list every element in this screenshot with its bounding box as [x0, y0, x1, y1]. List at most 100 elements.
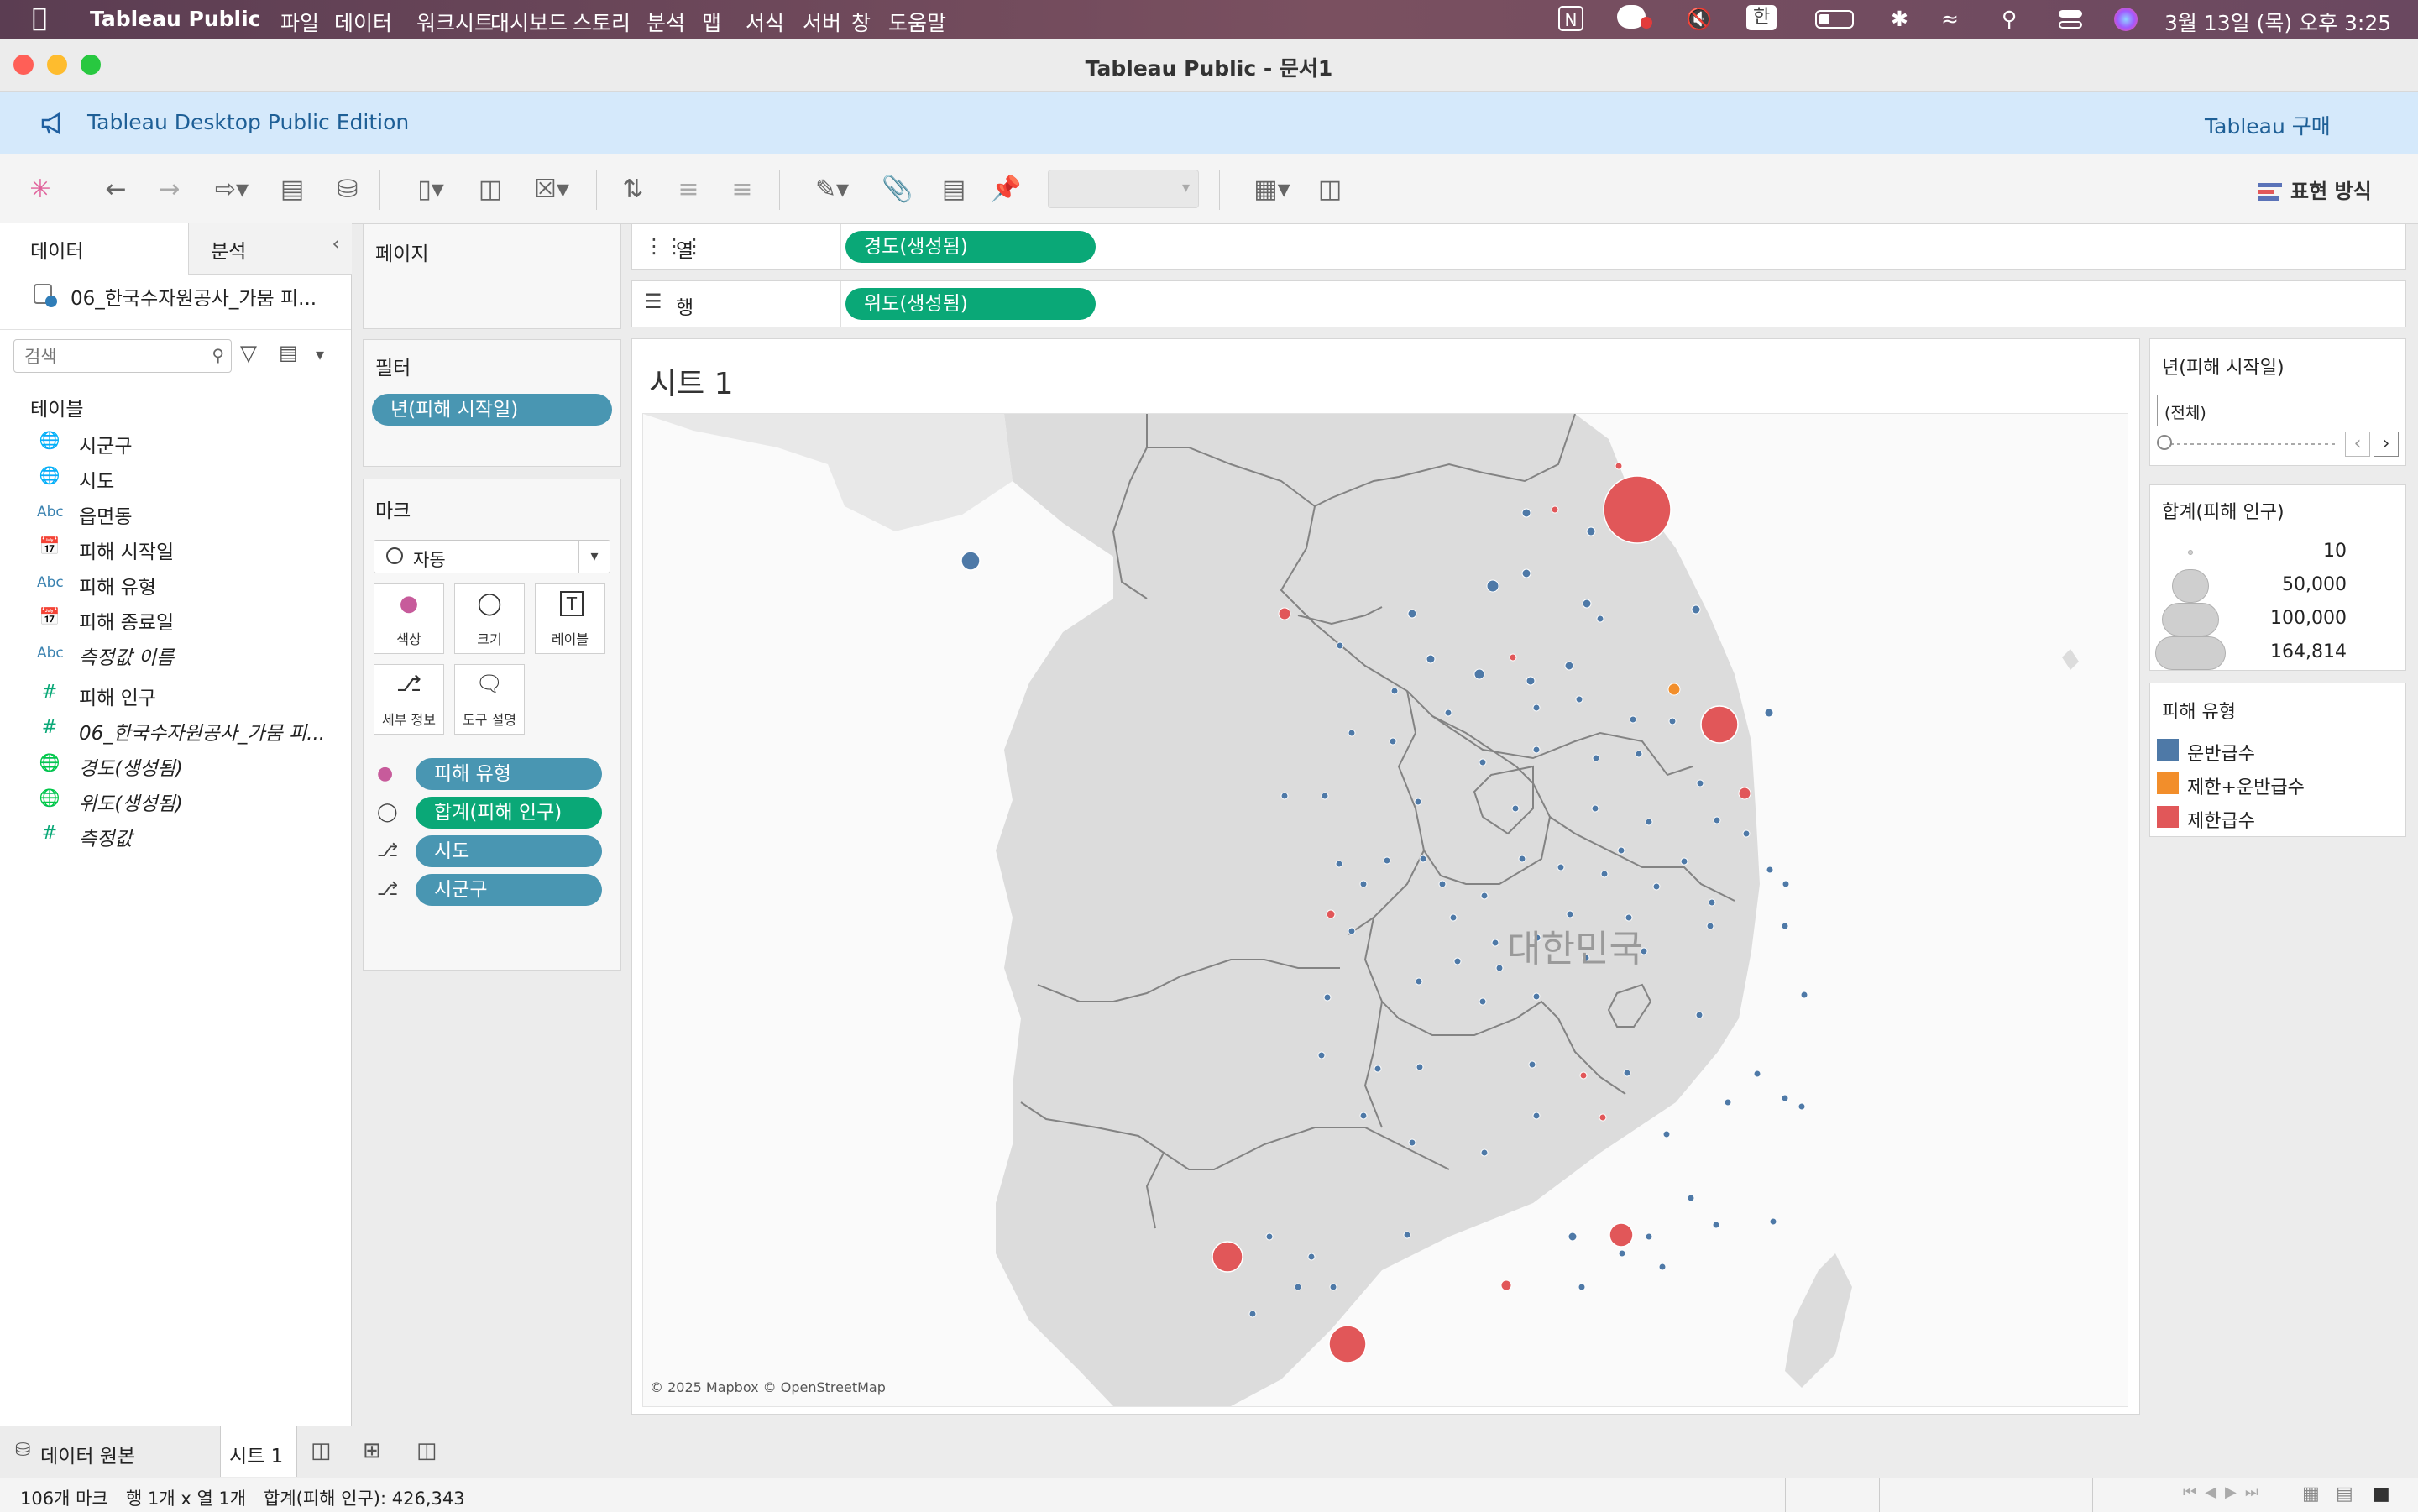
map-mark[interactable]	[1713, 816, 1721, 824]
map-mark[interactable]	[1617, 846, 1625, 855]
control-center-icon[interactable]	[2059, 8, 2082, 30]
redo-dropdown-icon[interactable]: ⇨▾	[207, 173, 257, 207]
columns-pill[interactable]: 경도(생성됨)	[845, 231, 1096, 263]
rows-shelf[interactable]: ☰ 행 위도(생성됨)	[631, 280, 2406, 327]
map-mark[interactable]	[1414, 798, 1422, 806]
map-mark[interactable]	[1480, 1148, 1489, 1157]
map-mark[interactable]	[1328, 1325, 1367, 1363]
map-mark[interactable]	[1566, 910, 1574, 918]
map-mark[interactable]	[1518, 855, 1526, 863]
map-mark[interactable]	[1662, 1130, 1671, 1138]
map-mark[interactable]	[1623, 1069, 1631, 1077]
map-mark[interactable]	[1479, 758, 1487, 766]
menu-item[interactable]: 맵	[702, 7, 721, 37]
sort-ascending-icon[interactable]: ≡	[672, 173, 705, 207]
map-mark[interactable]	[1374, 1065, 1382, 1073]
menu-item[interactable]: 파일	[280, 7, 319, 37]
map-mark[interactable]	[1599, 1113, 1607, 1122]
filter-pill[interactable]: 년(피해 시작일)	[372, 394, 612, 426]
marks-size-button[interactable]: ◯ 크기	[454, 583, 525, 654]
show-mark-labels-icon[interactable]: ▤	[937, 173, 971, 207]
color-swatch[interactable]	[2157, 739, 2179, 761]
map-mark[interactable]	[1618, 1249, 1626, 1258]
marks-pill[interactable]: 시군구	[416, 874, 602, 906]
map-mark[interactable]	[1407, 609, 1417, 619]
field-item[interactable]: 🌐 경도(생성됨)	[0, 747, 351, 781]
map-mark[interactable]	[1248, 1310, 1257, 1318]
map-mark[interactable]	[1317, 1051, 1326, 1059]
map-area[interactable]: 대한민국 © 2025 Mapbox © OpenStreetMap	[642, 413, 2128, 1407]
map-mark[interactable]	[1359, 880, 1368, 888]
map-mark[interactable]	[1582, 599, 1592, 609]
map-mark[interactable]	[1645, 1232, 1653, 1241]
map-mark[interactable]	[1294, 1283, 1302, 1291]
map-mark[interactable]	[1658, 1263, 1667, 1271]
new-story-icon[interactable]: ◫	[416, 1438, 437, 1463]
new-worksheet-icon[interactable]: ◫	[311, 1438, 332, 1463]
field-item[interactable]: Abc 읍면동	[0, 495, 351, 529]
menu-item[interactable]: 창	[851, 7, 871, 37]
sheet-navigation-icons[interactable]: ⏮◀▶⏭	[2183, 1483, 2267, 1501]
map-mark[interactable]	[1265, 1232, 1274, 1241]
map-mark[interactable]	[960, 551, 981, 571]
menu-item[interactable]: 데이터	[334, 7, 392, 37]
map-mark[interactable]	[1329, 1283, 1337, 1291]
field-item[interactable]: Abc 측정값 이름	[0, 636, 351, 670]
menu-item[interactable]: 대시보드	[490, 7, 568, 37]
map-mark[interactable]	[1479, 997, 1487, 1006]
notion-icon[interactable]: N	[1558, 6, 1583, 31]
map-mark[interactable]	[1568, 1232, 1578, 1242]
map-mark[interactable]	[1426, 654, 1436, 664]
mark-type-dropdown[interactable]: 자동 ▾	[374, 540, 610, 573]
map-mark[interactable]	[1592, 754, 1600, 762]
search-box[interactable]: ⚲	[13, 339, 232, 374]
map-mark[interactable]	[1495, 964, 1504, 972]
filters-shelf[interactable]: 필터 년(피해 시작일)	[363, 339, 621, 467]
map-mark[interactable]	[1438, 880, 1447, 888]
fix-axes-icon[interactable]: ▦▾	[1243, 173, 1301, 207]
map-mark[interactable]	[1321, 792, 1329, 800]
buy-tableau-link[interactable]: Tableau 구매	[2205, 110, 2331, 140]
map-mark[interactable]	[1798, 1102, 1806, 1111]
map-mark[interactable]	[1629, 715, 1637, 724]
marks-color-palette-button[interactable]: ● 색상	[374, 583, 444, 654]
show-filmstrip-icon[interactable]: ▦	[2302, 1483, 2320, 1504]
pages-shelf[interactable]: 페이지	[363, 223, 621, 329]
filter-slider-handle[interactable]	[2157, 435, 2172, 450]
map-mark[interactable]	[1486, 579, 1499, 593]
map-mark[interactable]	[1578, 1283, 1586, 1291]
map-mark[interactable]	[1348, 927, 1356, 935]
map-mark[interactable]	[1687, 1194, 1695, 1202]
map-mark[interactable]	[1307, 1253, 1316, 1261]
map-mark[interactable]	[1359, 1112, 1368, 1120]
new-worksheet-icon[interactable]: ▯▾	[401, 173, 460, 207]
menu-item[interactable]: 워크시트	[416, 7, 494, 37]
map-mark[interactable]	[1781, 922, 1789, 930]
marks-label-button[interactable]: T 레이블	[535, 583, 605, 654]
color-swatch[interactable]	[2157, 772, 2179, 794]
color-swatch[interactable]	[2157, 806, 2179, 828]
map-mark[interactable]	[1403, 1231, 1411, 1239]
previous-value-button[interactable]: ‹	[2345, 432, 2370, 457]
tableau-logo-icon[interactable]: ✳	[24, 173, 57, 207]
show-sheet-sorter-icon[interactable]: ■	[2373, 1483, 2390, 1504]
map-mark[interactable]	[1753, 1070, 1761, 1078]
map-mark[interactable]	[1575, 695, 1583, 704]
map-mark[interactable]	[1473, 668, 1485, 680]
color-legend-label[interactable]: 제한+운반급수	[2187, 772, 2305, 799]
map-mark[interactable]	[1416, 1063, 1424, 1071]
filter-icon[interactable]: ▽	[240, 341, 257, 366]
map-mark[interactable]	[1491, 939, 1499, 947]
chevron-down-icon[interactable]: ▾	[316, 344, 324, 364]
show-me-button[interactable]: 표현 방식	[2258, 175, 2372, 204]
map-mark[interactable]	[1532, 992, 1541, 1001]
map-mark[interactable]	[1708, 898, 1716, 907]
datasource-tab[interactable]: ⛁ 데이터 원본	[0, 1426, 217, 1477]
rows-pill[interactable]: 위도(생성됨)	[845, 288, 1096, 320]
duplicate-sheet-icon[interactable]: ◫	[474, 173, 507, 207]
menu-item[interactable]: 분석	[646, 7, 685, 37]
sort-descending-icon[interactable]: ≡	[725, 173, 759, 207]
map-mark[interactable]	[1336, 641, 1344, 650]
map-mark[interactable]	[1800, 991, 1808, 999]
menu-item[interactable]: 서식	[746, 7, 784, 37]
